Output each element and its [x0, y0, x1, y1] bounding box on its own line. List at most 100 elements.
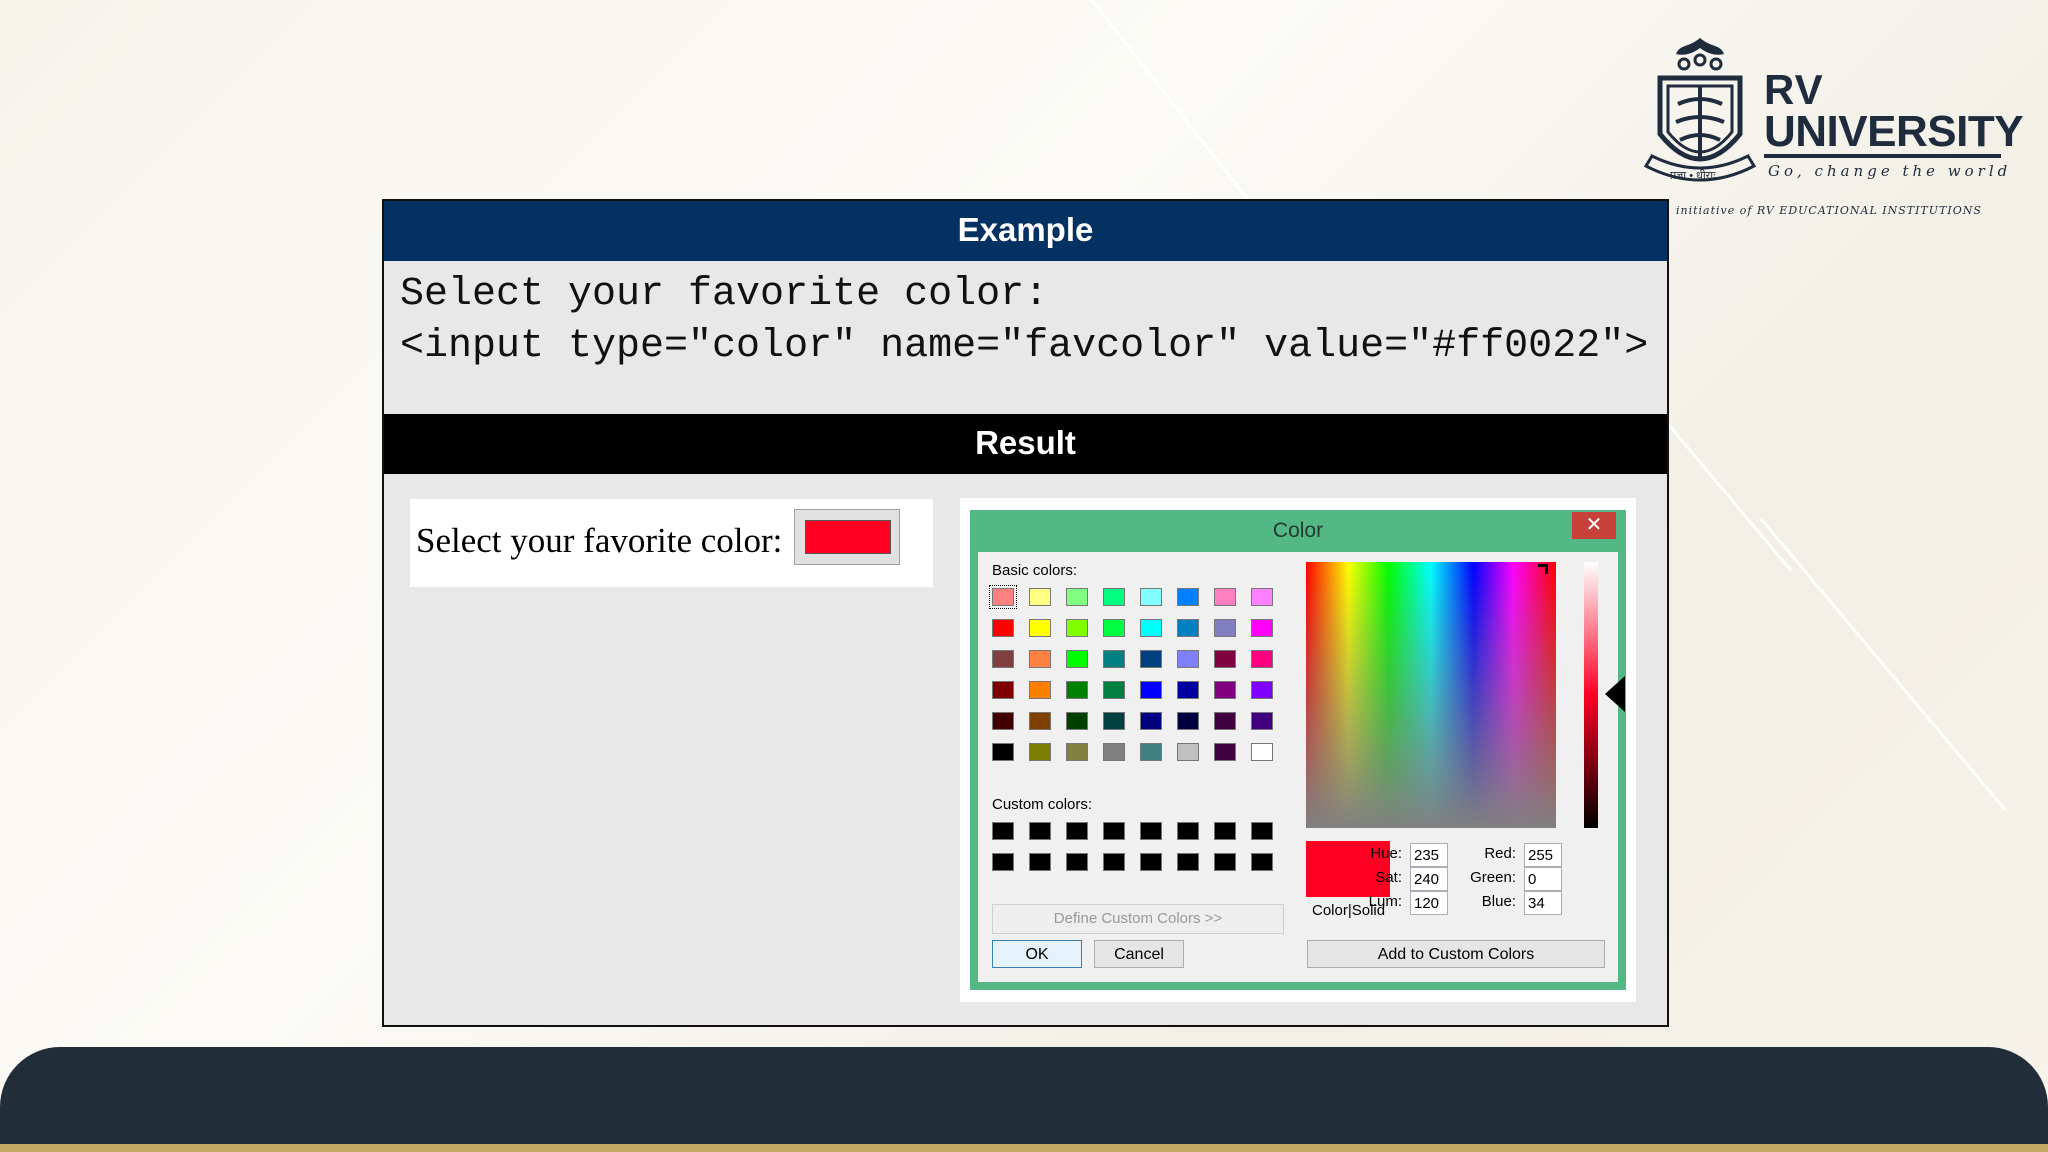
basic-color-swatch[interactable] — [1177, 588, 1199, 606]
custom-color-swatch[interactable] — [1140, 822, 1162, 840]
basic-color-swatch[interactable] — [1214, 681, 1236, 699]
basic-color-swatch[interactable] — [1140, 681, 1162, 699]
basic-colors-grid — [989, 585, 1288, 774]
basic-color-swatch[interactable] — [1140, 712, 1162, 730]
seal-motto: प्रज्ञा • धीराः — [1670, 170, 1716, 182]
close-button[interactable]: ✕ — [1572, 512, 1616, 539]
basic-color-swatch[interactable] — [992, 619, 1014, 637]
basic-color-swatch[interactable] — [1177, 650, 1199, 668]
blue-field[interactable]: 34 — [1524, 891, 1562, 915]
basic-color-swatch[interactable] — [1066, 619, 1088, 637]
custom-color-swatch[interactable] — [1066, 853, 1088, 871]
basic-color-swatch[interactable] — [1214, 712, 1236, 730]
basic-color-swatch[interactable] — [1214, 650, 1236, 668]
color-spectrum[interactable] — [1306, 562, 1556, 828]
basic-color-swatch[interactable] — [1066, 712, 1088, 730]
ok-button[interactable]: OK — [992, 940, 1082, 968]
basic-color-swatch[interactable] — [1029, 650, 1051, 668]
basic-color-swatch[interactable] — [1251, 619, 1273, 637]
basic-color-swatch[interactable] — [1103, 743, 1125, 761]
custom-color-swatch[interactable] — [1140, 853, 1162, 871]
custom-color-swatch[interactable] — [1066, 822, 1088, 840]
custom-colors-label: Custom colors: — [992, 796, 1093, 813]
basic-color-swatch[interactable] — [992, 681, 1014, 699]
dialog-body: Basic colors: Custom colors: Define Cust… — [978, 552, 1625, 982]
custom-color-swatch[interactable] — [1177, 822, 1199, 840]
custom-color-swatch[interactable] — [1251, 822, 1273, 840]
custom-color-swatch[interactable] — [1103, 822, 1125, 840]
custom-color-swatch[interactable] — [992, 853, 1014, 871]
basic-color-swatch[interactable] — [1214, 619, 1236, 637]
slider-arrow-icon[interactable] — [1605, 676, 1625, 712]
logo-text-university: UNIVERSITY — [1764, 107, 2024, 156]
footer-accent-line — [0, 1144, 2048, 1152]
dialog-title: Color — [1272, 519, 1324, 542]
code-line-2: <input type="color" name="favcolor" valu… — [400, 324, 1649, 369]
basic-color-swatch[interactable] — [1029, 588, 1051, 606]
add-to-custom-colors-button[interactable]: Add to Custom Colors — [1307, 940, 1605, 968]
basic-color-swatch[interactable] — [1066, 681, 1088, 699]
basic-color-swatch[interactable] — [1066, 743, 1088, 761]
basic-color-swatch[interactable] — [1029, 681, 1051, 699]
green-field[interactable]: 0 — [1524, 867, 1562, 891]
basic-color-swatch[interactable] — [1029, 743, 1051, 761]
color-input[interactable] — [794, 509, 900, 565]
basic-color-swatch[interactable] — [1251, 712, 1273, 730]
basic-color-swatch[interactable] — [1251, 650, 1273, 668]
basic-color-swatch[interactable] — [1251, 681, 1273, 699]
basic-color-swatch[interactable] — [1140, 619, 1162, 637]
example-panel: Example Select your favorite color: <inp… — [382, 199, 1669, 1027]
basic-color-swatch[interactable] — [1251, 743, 1273, 761]
basic-color-swatch[interactable] — [1103, 712, 1125, 730]
basic-color-swatch[interactable] — [1103, 619, 1125, 637]
custom-color-swatch[interactable] — [1029, 822, 1051, 840]
form-label: Select your favorite color: — [416, 521, 783, 560]
basic-color-swatch[interactable] — [1140, 743, 1162, 761]
custom-color-swatch[interactable] — [1029, 853, 1051, 871]
basic-color-swatch[interactable] — [1103, 681, 1125, 699]
green-label: Green: — [1470, 869, 1516, 886]
basic-color-swatch[interactable] — [1177, 681, 1199, 699]
basic-color-swatch[interactable] — [1066, 588, 1088, 606]
red-field[interactable]: 255 — [1524, 843, 1562, 867]
basic-color-swatch[interactable] — [1103, 588, 1125, 606]
cancel-button[interactable]: Cancel — [1094, 940, 1184, 968]
basic-color-swatch[interactable] — [989, 585, 1017, 609]
basic-color-swatch[interactable] — [1140, 650, 1162, 668]
basic-color-swatch[interactable] — [992, 650, 1014, 668]
sat-label: Sat: — [1375, 869, 1402, 886]
basic-color-swatch[interactable] — [1251, 588, 1273, 606]
color-dialog-screenshot: Color ✕ Basic colors: Custom colors: Def… — [960, 498, 1636, 1002]
logo-divider — [1764, 154, 2001, 158]
lum-label: Lum: — [1368, 893, 1402, 910]
basic-color-swatch[interactable] — [1103, 650, 1125, 668]
basic-color-swatch[interactable] — [1177, 712, 1199, 730]
basic-color-swatch[interactable] — [1177, 619, 1199, 637]
custom-color-swatch[interactable] — [1214, 822, 1236, 840]
basic-color-swatch[interactable] — [1066, 650, 1088, 668]
basic-color-swatch[interactable] — [1214, 743, 1236, 761]
logo-text-rv: RV — [1764, 66, 1824, 113]
define-custom-colors-button[interactable]: Define Custom Colors >> — [992, 904, 1284, 934]
crosshair-icon[interactable] — [1538, 564, 1548, 574]
custom-colors-grid — [992, 822, 1288, 884]
basic-colors-label: Basic colors: — [992, 562, 1078, 579]
basic-color-swatch[interactable] — [992, 712, 1014, 730]
custom-color-swatch[interactable] — [1214, 853, 1236, 871]
result-header: Result — [384, 414, 1667, 474]
custom-color-swatch[interactable] — [1251, 853, 1273, 871]
basic-color-swatch[interactable] — [1177, 743, 1199, 761]
basic-color-swatch[interactable] — [1029, 712, 1051, 730]
code-sample: Select your favorite color: <input type=… — [400, 269, 1648, 373]
footer-bar — [0, 1047, 2048, 1152]
custom-color-swatch[interactable] — [1177, 853, 1199, 871]
color-dialog: Color ✕ Basic colors: Custom colors: Def… — [970, 510, 1626, 990]
luminosity-slider[interactable] — [1584, 562, 1598, 828]
basic-color-swatch[interactable] — [1029, 619, 1051, 637]
basic-color-swatch[interactable] — [1214, 588, 1236, 606]
basic-color-swatch[interactable] — [992, 743, 1014, 761]
custom-color-swatch[interactable] — [1103, 853, 1125, 871]
logo-initiative: initiative of RV EDUCATIONAL INSTITUTION… — [1676, 204, 1982, 217]
basic-color-swatch[interactable] — [1140, 588, 1162, 606]
custom-color-swatch[interactable] — [992, 822, 1014, 840]
